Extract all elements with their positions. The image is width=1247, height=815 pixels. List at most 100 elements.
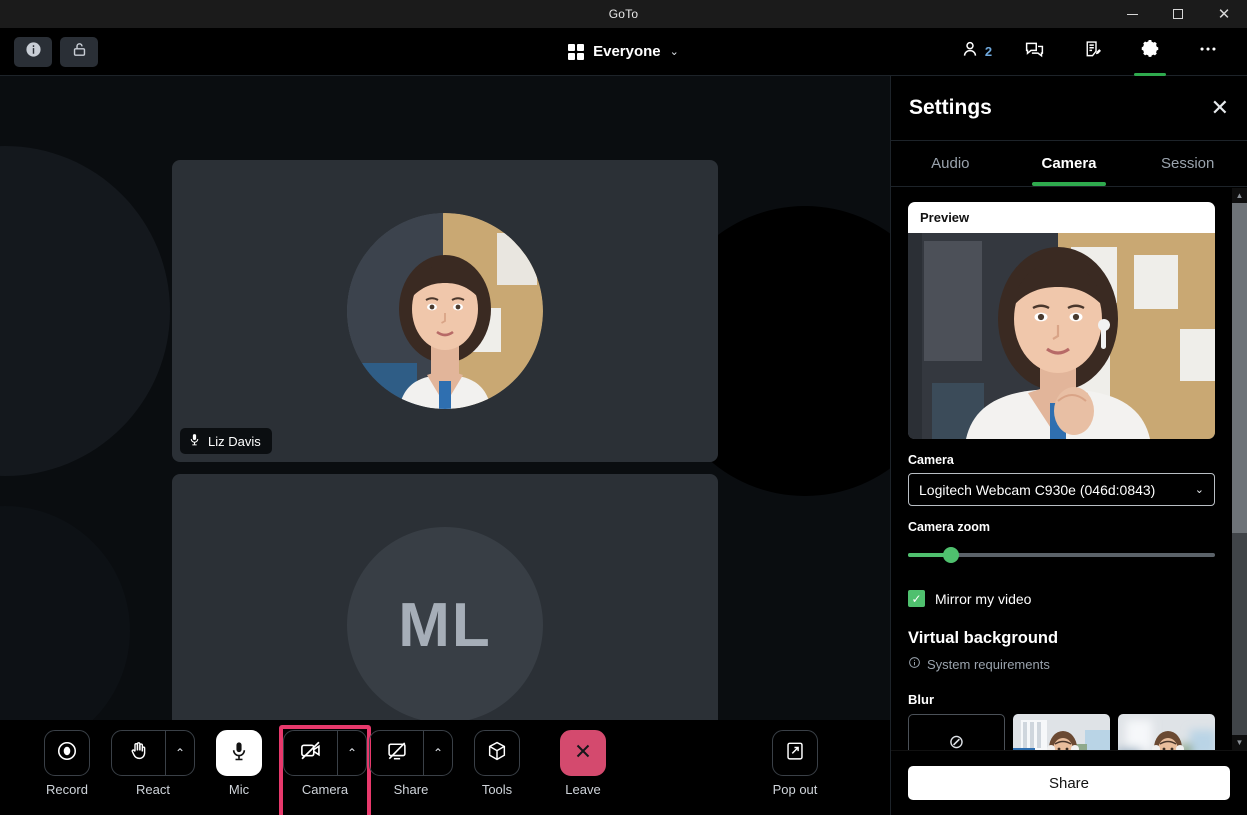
tab-session[interactable]: Session xyxy=(1128,141,1247,186)
control-pop-out[interactable]: Pop out xyxy=(752,730,838,797)
settings-scrollbar[interactable]: ▲ ▼ xyxy=(1232,188,1247,750)
scroll-up-arrow[interactable]: ▲ xyxy=(1232,188,1247,203)
control-record[interactable]: Record xyxy=(24,730,110,797)
blur-option-light[interactable] xyxy=(1013,714,1111,750)
control-label: Share xyxy=(393,782,429,797)
screen-share-off-icon xyxy=(386,740,408,767)
mic-button[interactable] xyxy=(216,730,262,776)
camera-main-button[interactable] xyxy=(284,731,337,775)
mirror-video-label: Mirror my video xyxy=(935,590,1032,607)
preview-header: Preview xyxy=(920,210,970,225)
scroll-down-arrow[interactable]: ▼ xyxy=(1232,735,1247,750)
system-requirements-label: System requirements xyxy=(927,656,1050,672)
more-options-icon xyxy=(1197,38,1219,65)
more-options-button[interactable] xyxy=(1179,28,1237,76)
people-icon xyxy=(960,39,980,64)
settings-content: Preview Camera Logitech Webcam C930e (04… xyxy=(891,188,1232,750)
control-share[interactable]: ⌃ Share xyxy=(368,730,454,797)
settings-header: Settings ✕ xyxy=(891,76,1247,141)
chevron-down-icon: ⌄ xyxy=(669,46,679,58)
blur-option-heavy[interactable] xyxy=(1118,714,1216,750)
scrollbar-thumb[interactable] xyxy=(1232,203,1247,533)
camera-options-caret[interactable]: ⌃ xyxy=(338,746,366,760)
react-main-button[interactable] xyxy=(112,731,165,775)
notes-button[interactable] xyxy=(1063,28,1121,76)
control-tools[interactable]: Tools xyxy=(454,730,540,797)
minimize-button[interactable] xyxy=(1109,0,1155,28)
goto-meeting-window: GoTo ✕ Everyone ⌄ 2 Liz Davis ML Record … xyxy=(0,0,1247,815)
share-main-button[interactable] xyxy=(370,731,423,775)
toolbar-left-group xyxy=(0,36,98,67)
participant-tile[interactable]: ML Mark Lee xyxy=(172,474,718,720)
record-button[interactable] xyxy=(44,730,90,776)
tab-label: Audio xyxy=(931,155,970,172)
session-info-button[interactable] xyxy=(14,36,52,67)
control-label: Leave xyxy=(565,782,601,797)
share-screen-button[interactable]: ⌃ xyxy=(369,730,453,776)
close-window-button[interactable]: ✕ xyxy=(1201,0,1247,28)
share-button[interactable]: Share xyxy=(908,766,1230,800)
blur-label: Blur xyxy=(908,692,934,707)
background-decoration-circle xyxy=(0,146,170,476)
control-mic[interactable]: Mic xyxy=(196,730,282,797)
slider-thumb[interactable] xyxy=(942,547,959,563)
minimize-icon xyxy=(1126,13,1138,15)
settings-tabs: Audio Camera Session xyxy=(891,141,1247,187)
control-leave[interactable]: Leave xyxy=(540,730,626,797)
grid-layout-icon xyxy=(568,43,585,60)
tab-camera[interactable]: Camera xyxy=(1010,141,1129,186)
settings-footer: Share xyxy=(891,750,1247,815)
participant-tile[interactable]: Liz Davis xyxy=(172,160,718,462)
chevron-down-icon: ⌄ xyxy=(1194,484,1204,496)
mirror-video-checkbox[interactable]: ✓ xyxy=(908,590,925,607)
record-icon xyxy=(56,740,78,767)
mirror-video-row[interactable]: ✓ Mirror my video xyxy=(908,590,1215,607)
camera-select[interactable]: Logitech Webcam C930e (046d:0843) ⌄ xyxy=(908,473,1215,506)
pop-out-icon xyxy=(784,740,806,767)
participants-count: 2 xyxy=(984,44,993,59)
leave-button[interactable] xyxy=(560,730,606,776)
tab-audio[interactable]: Audio xyxy=(891,141,1010,186)
close-x-icon xyxy=(572,740,594,767)
raise-hand-icon xyxy=(128,740,149,766)
camera-zoom-slider[interactable] xyxy=(908,547,1215,563)
toolbox-cube-icon xyxy=(486,740,508,767)
react-options-caret[interactable]: ⌃ xyxy=(166,746,194,760)
participant-name: Liz Davis xyxy=(208,433,261,449)
control-label: Camera xyxy=(301,782,349,797)
blur-option-none[interactable]: ⊘ xyxy=(908,714,1006,751)
camera-select-value: Logitech Webcam C930e (046d:0843) xyxy=(919,481,1156,498)
control-label: React xyxy=(136,782,170,797)
notes-icon xyxy=(1082,39,1103,65)
control-camera[interactable]: ⌃ Camera xyxy=(279,725,371,815)
pop-out-button[interactable] xyxy=(772,730,818,776)
control-label: Pop out xyxy=(772,782,818,797)
info-icon xyxy=(25,41,42,63)
control-label: Record xyxy=(46,782,88,797)
system-requirements-link[interactable]: System requirements xyxy=(908,656,1215,672)
maximize-button[interactable] xyxy=(1155,0,1201,28)
tools-button[interactable] xyxy=(474,730,520,776)
participant-name-chip: Liz Davis xyxy=(180,428,272,454)
lock-session-button[interactable] xyxy=(60,36,98,67)
settings-button[interactable] xyxy=(1121,28,1179,76)
scrollbar-track[interactable] xyxy=(1232,533,1247,735)
blur-options: ⊘ xyxy=(908,714,1216,751)
unlocked-padlock-icon xyxy=(71,41,88,63)
react-button[interactable]: ⌃ xyxy=(111,730,195,776)
chat-button[interactable] xyxy=(1005,28,1063,76)
camera-zoom-label: Camera zoom xyxy=(908,520,990,534)
virtual-background-title: Virtual background xyxy=(908,629,1059,647)
close-settings-button[interactable]: ✕ xyxy=(1211,97,1229,119)
camera-button[interactable]: ⌃ xyxy=(283,730,367,776)
camera-off-icon xyxy=(299,739,322,767)
close-icon: ✕ xyxy=(1217,5,1231,23)
no-blur-icon: ⊘ xyxy=(948,731,965,751)
participants-button[interactable]: 2 xyxy=(947,28,1005,76)
window-titlebar: GoTo ✕ xyxy=(0,0,1247,28)
control-label: Mic xyxy=(228,782,250,797)
control-react[interactable]: ⌃ React xyxy=(110,730,196,797)
window-title: GoTo xyxy=(608,7,639,21)
camera-preview-video xyxy=(908,233,1215,439)
share-options-caret[interactable]: ⌃ xyxy=(424,746,452,760)
